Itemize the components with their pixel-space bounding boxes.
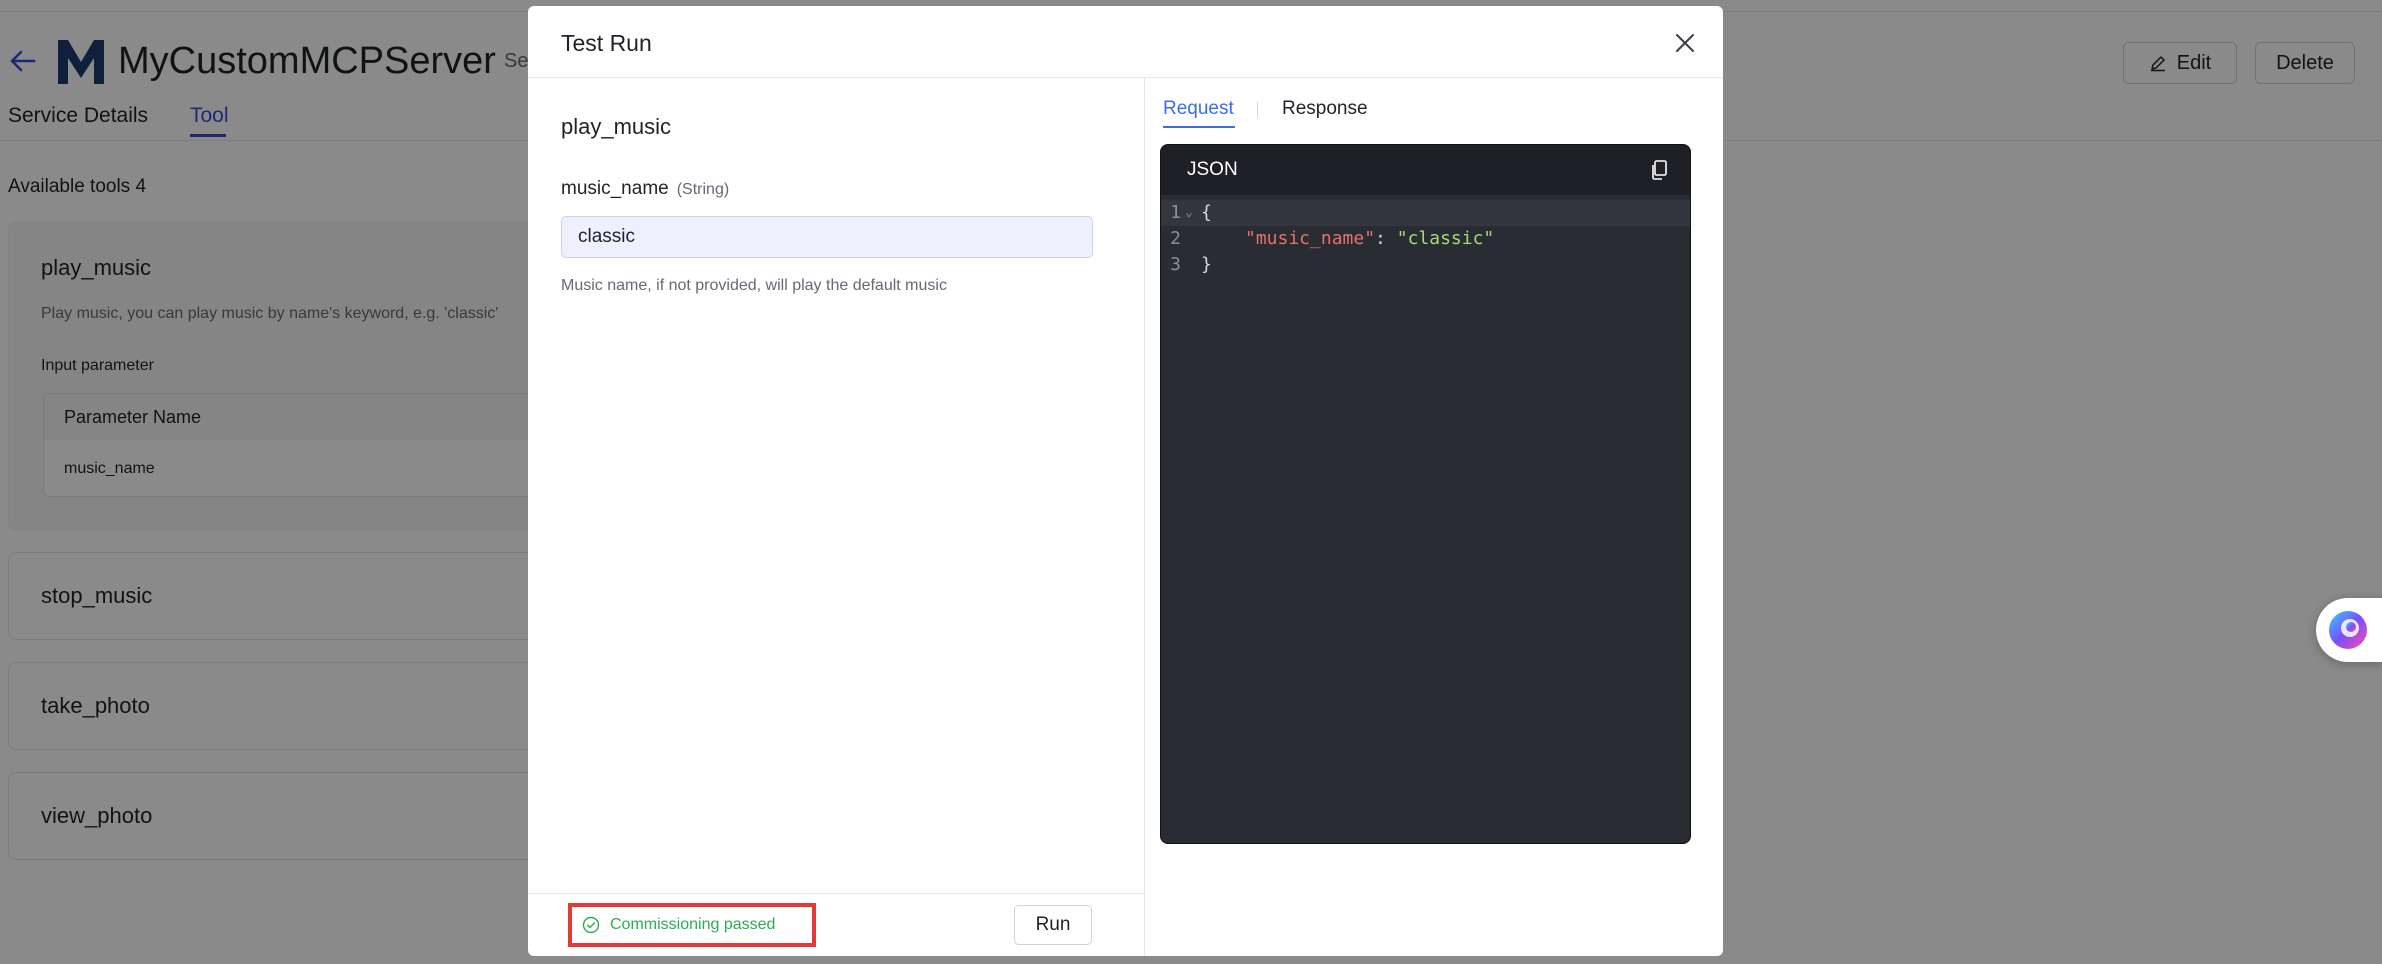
tool-heading: play_music: [561, 114, 672, 139]
request-tab-underline: [1163, 126, 1235, 128]
line-number: 3: [1170, 254, 1181, 275]
modal-header: Test Run: [528, 6, 1723, 78]
request-response-pane: Request Response JSON 1 ⌄ { 2 "music_nam…: [1145, 78, 1723, 956]
json-key: "music_name": [1245, 228, 1376, 249]
tab-request[interactable]: Request: [1163, 98, 1234, 120]
line-number: 2: [1170, 228, 1181, 249]
close-brace: }: [1201, 254, 1212, 275]
copy-icon[interactable]: [1649, 159, 1669, 181]
music-name-input[interactable]: [561, 216, 1093, 258]
assistant-orb-button[interactable]: [2316, 598, 2382, 662]
code-line: 1 ⌄ {: [1161, 200, 1690, 226]
status-text: Commissioning passed: [610, 916, 776, 933]
test-run-modal: Test Run play_music music_name (String) M…: [528, 6, 1723, 956]
code-language: JSON: [1187, 159, 1238, 180]
assistant-orb-icon: [2329, 611, 2367, 649]
tab-separator: [1257, 102, 1258, 118]
field-label: music_name (String): [561, 178, 729, 200]
status-highlight: Commissioning passed: [568, 903, 816, 947]
code-line: 3 }: [1161, 252, 1690, 278]
run-button[interactable]: Run: [1014, 905, 1092, 945]
field-type: (String): [676, 181, 730, 198]
field-help-text: Music name, if not provided, will play t…: [561, 277, 947, 294]
close-icon[interactable]: [1672, 30, 1698, 56]
json-colon: :: [1375, 228, 1397, 249]
json-value: "classic": [1396, 228, 1495, 249]
open-brace: {: [1201, 202, 1212, 223]
tab-response[interactable]: Response: [1282, 98, 1368, 120]
parameters-pane: play_music music_name (String) Music name…: [528, 78, 1145, 956]
field-name: music_name: [561, 178, 669, 199]
chevron-down-icon[interactable]: ⌄: [1185, 200, 1201, 226]
json-code-panel: JSON 1 ⌄ { 2 "music_name": "classic" 3}: [1160, 144, 1691, 844]
code-line: 2 "music_name": "classic": [1161, 226, 1690, 252]
modal-footer: Commissioning passed Run: [528, 893, 1145, 956]
line-number: 1: [1170, 202, 1181, 223]
code-editor[interactable]: 1 ⌄ { 2 "music_name": "classic" 3 }: [1161, 195, 1690, 278]
check-circle-icon: [582, 916, 600, 934]
code-header: JSON: [1161, 145, 1690, 195]
modal-title: Test Run: [561, 30, 652, 56]
